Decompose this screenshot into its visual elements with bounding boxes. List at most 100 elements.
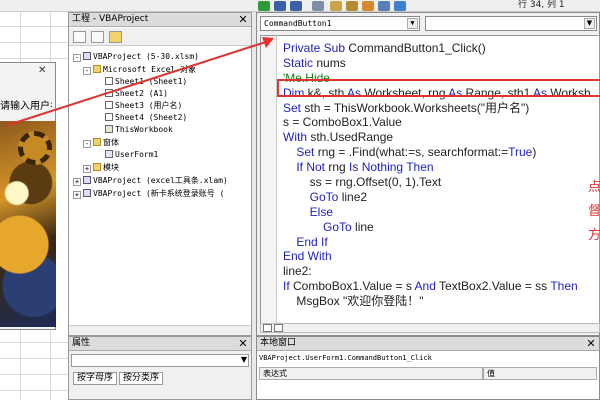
locals-context: VBAProject.UserForm1.CommandButton1_Clic… bbox=[259, 354, 432, 362]
properties-icon[interactable] bbox=[346, 1, 358, 11]
tree-item[interactable]: Sheet2 (A1) bbox=[105, 88, 168, 99]
folder-icon bbox=[93, 163, 101, 171]
view-code-icon[interactable] bbox=[73, 31, 86, 43]
code-line[interactable]: Static nums bbox=[283, 56, 591, 71]
code-token: Range, sth1 bbox=[465, 85, 533, 100]
code-line[interactable]: Dim k&, sth As Worksheet, rng As Range, … bbox=[283, 86, 591, 101]
object-select[interactable]: ▼ bbox=[71, 354, 249, 367]
column-value[interactable]: 值 bbox=[483, 367, 597, 380]
code-line[interactable]: s = ComboBox1.Value bbox=[283, 115, 591, 130]
code-token: k&, sth bbox=[307, 85, 348, 100]
login-image bbox=[0, 121, 56, 327]
code-token: TextBox2.Value = ss bbox=[439, 279, 551, 294]
tree-item-label: 模块 bbox=[103, 163, 119, 172]
collapse-icon[interactable]: - bbox=[83, 140, 91, 148]
object-combo[interactable]: CommandButton1 ▼ bbox=[260, 16, 420, 31]
tree-item[interactable]: + VBAProject (excel工具条.xlam) bbox=[73, 175, 228, 186]
code-line[interactable]: Set sth = ThisWorkbook.Worksheets("用户名") bbox=[283, 101, 591, 116]
full-module-view-icon[interactable] bbox=[274, 324, 283, 332]
code-line[interactable]: Private Sub CommandButton1_Click() bbox=[283, 41, 591, 56]
help-icon[interactable] bbox=[394, 1, 406, 11]
code-line[interactable]: With sth.UsedRange bbox=[283, 130, 591, 145]
close-icon[interactable]: ✕ bbox=[585, 337, 597, 350]
collapse-icon[interactable]: - bbox=[73, 54, 81, 62]
reset-icon[interactable] bbox=[290, 1, 302, 11]
code-line[interactable]: Else bbox=[283, 205, 591, 220]
code-token: Dim bbox=[283, 85, 308, 100]
code-token: line2 bbox=[341, 189, 368, 204]
code-token: Private Sub bbox=[283, 41, 349, 55]
tree-item[interactable]: - VBAProject (5-30.xlsm) bbox=[73, 51, 199, 62]
code-token: If bbox=[283, 279, 294, 294]
code-editor[interactable]: Private Sub CommandButton1_Click() Static… bbox=[260, 35, 600, 325]
tree-item[interactable]: - 窗体 bbox=[83, 137, 119, 148]
tree-item-label: Microsoft Excel 对象 bbox=[103, 65, 197, 74]
code-line[interactable]: GoTo line2 bbox=[283, 190, 591, 205]
toggle-folders-icon[interactable] bbox=[109, 31, 122, 43]
view-object-icon[interactable] bbox=[91, 31, 104, 43]
code-token: MsgBox "欢迎你登陆！" bbox=[283, 294, 424, 309]
pause-icon[interactable] bbox=[274, 1, 286, 11]
annotation-text: 点督方 bbox=[588, 180, 600, 243]
code-line[interactable]: End With bbox=[283, 249, 591, 264]
project-explorer: 工程 - VBAProject ✕ - VBAProject (5-30.xlsm… bbox=[68, 12, 252, 336]
code-line[interactable]: MsgBox "欢迎你登陆！" bbox=[283, 294, 591, 309]
code-line[interactable]: If Not rng Is Nothing Then bbox=[283, 160, 591, 175]
tree-item[interactable]: Sheet1 (Sheet1) bbox=[105, 76, 187, 87]
folder-icon bbox=[93, 65, 101, 73]
horizontal-scrollbar[interactable] bbox=[260, 323, 600, 333]
code-token: True bbox=[508, 145, 533, 160]
tree-item[interactable]: + VBAProject (新卡系统登录账号 ( bbox=[73, 188, 224, 199]
design-mode-icon[interactable] bbox=[312, 1, 324, 11]
tree-item[interactable]: + 模块 bbox=[83, 162, 119, 173]
code-line[interactable]: 'Me.Hide bbox=[283, 71, 591, 86]
code-token: As bbox=[532, 85, 551, 100]
close-icon[interactable]: ✕ bbox=[237, 337, 249, 350]
code-line[interactable]: Set rng = .Find(what:=s, searchformat:=T… bbox=[283, 145, 591, 160]
code-token: sth.UsedRange bbox=[310, 130, 394, 145]
tree-item[interactable]: Sheet4 (Sheet2) bbox=[105, 112, 187, 123]
tree-item-label: VBAProject (新卡系统登录账号 ( bbox=[93, 189, 225, 198]
collapse-icon[interactable]: - bbox=[83, 67, 91, 75]
code-line[interactable]: End If bbox=[283, 235, 591, 250]
run-icon[interactable] bbox=[258, 1, 270, 11]
code-line[interactable]: line2: bbox=[283, 264, 591, 279]
tab-alphabetic[interactable]: 按字母序 bbox=[73, 372, 118, 385]
horizontal-scrollbar[interactable] bbox=[69, 325, 251, 335]
vba-project-icon bbox=[83, 176, 91, 184]
procedure-view-icon[interactable] bbox=[263, 324, 272, 332]
tree-item[interactable]: Sheet3 (用户名) bbox=[105, 100, 182, 111]
code-margin bbox=[261, 36, 277, 324]
code-token: Worksheet, rng bbox=[364, 85, 449, 100]
column-expression[interactable]: 表达式 bbox=[259, 367, 483, 380]
vba-project-icon bbox=[83, 189, 91, 197]
tree-item-label: Sheet1 (Sheet1) bbox=[115, 77, 188, 86]
expand-icon[interactable]: + bbox=[73, 178, 81, 186]
code-token: rng bbox=[328, 160, 350, 175]
code-line[interactable]: GoTo line bbox=[283, 220, 591, 235]
code-line[interactable]: If ComboBox1.Value = s And TextBox2.Valu… bbox=[283, 279, 591, 294]
toolbox-icon[interactable] bbox=[378, 1, 390, 11]
expand-icon[interactable]: + bbox=[73, 191, 81, 199]
tree-item[interactable]: ThisWorkbook bbox=[105, 124, 173, 135]
close-icon[interactable]: ✕ bbox=[38, 65, 46, 76]
expand-icon[interactable]: + bbox=[83, 165, 91, 173]
code-token: CommandButton1_Click() bbox=[348, 41, 486, 55]
tree-item[interactable]: - Microsoft Excel 对象 bbox=[83, 64, 196, 75]
code-line[interactable]: ss = rng.Offset(0, 1).Text bbox=[283, 175, 591, 190]
gear-icon bbox=[18, 131, 52, 165]
tree-item[interactable]: UserForm1 bbox=[105, 149, 158, 160]
code-token: 'Me.Hide bbox=[283, 70, 330, 85]
close-icon[interactable]: ✕ bbox=[237, 13, 249, 26]
procedure-combo[interactable]: ▼ bbox=[425, 16, 597, 31]
tab-categorized[interactable]: 按分类序 bbox=[119, 372, 164, 385]
code-token: ComboBox1.Value = s bbox=[293, 279, 415, 294]
object-browser-icon[interactable] bbox=[362, 1, 374, 11]
project-explorer-icon[interactable] bbox=[330, 1, 342, 11]
